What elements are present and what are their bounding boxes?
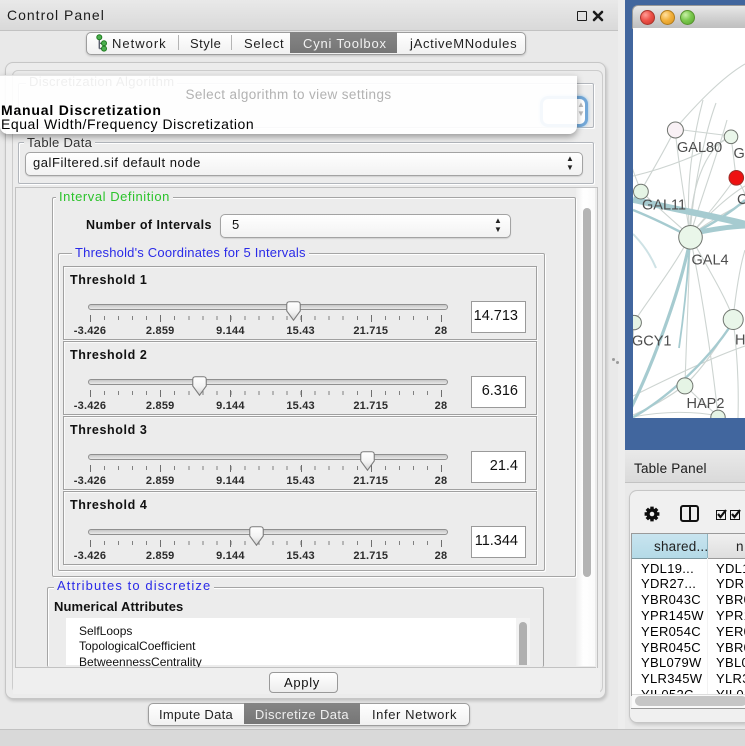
svg-text:GAL80: GAL80: [677, 140, 722, 156]
svg-text:H: H: [735, 333, 745, 349]
svg-text:GAL11: GAL11: [642, 198, 686, 214]
svg-text:C: C: [737, 192, 745, 208]
svg-text:GCY1: GCY1: [633, 334, 672, 350]
svg-text:HAP2: HAP2: [687, 396, 725, 412]
svg-text:GA: GA: [734, 146, 745, 162]
svg-text:GAL4: GAL4: [692, 253, 729, 269]
